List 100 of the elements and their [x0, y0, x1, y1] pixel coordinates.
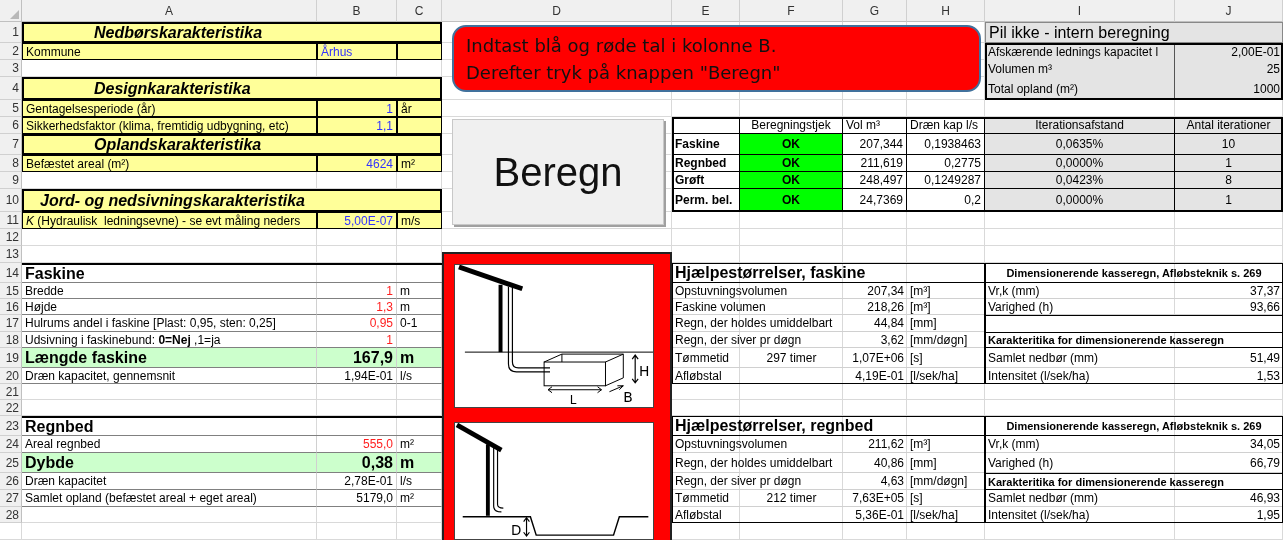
- value-cell: 1: [317, 283, 397, 299]
- value-cell: 1: [317, 100, 397, 117]
- column-header[interactable]: H: [907, 0, 985, 22]
- label-cell: Bredde: [22, 283, 317, 299]
- column-header[interactable]: J: [1175, 0, 1283, 22]
- row-header[interactable]: 7: [0, 134, 22, 155]
- column-header[interactable]: E: [672, 0, 740, 22]
- value-cell: 40,86: [843, 453, 907, 473]
- row-header[interactable]: 3: [0, 60, 22, 77]
- row-header[interactable]: 24: [0, 436, 22, 453]
- unit-cell: [mm/døgn]: [907, 473, 985, 490]
- value-cell: 211,619: [843, 155, 907, 172]
- row-header[interactable]: 10: [0, 189, 22, 212]
- row-header[interactable]: 20: [0, 368, 22, 384]
- column-header[interactable]: G: [843, 0, 907, 22]
- value-cell: 555,0: [317, 436, 397, 453]
- label-cell: Samlet nedbør (mm): [985, 490, 1175, 507]
- value-cell: 66,79: [1175, 453, 1283, 473]
- row-header[interactable]: 9: [0, 172, 22, 189]
- row-header[interactable]: 22: [0, 400, 22, 416]
- row-header[interactable]: 26: [0, 473, 22, 490]
- row-header[interactable]: 19: [0, 348, 22, 368]
- row-header[interactable]: 16: [0, 299, 22, 315]
- value-cell: 1,95: [1175, 507, 1283, 523]
- unit-cell: m²: [397, 436, 442, 453]
- label-cell: Regn, der siver pr døgn: [672, 332, 843, 348]
- value-cell: 1,53: [1175, 368, 1283, 384]
- row-header[interactable]: 2: [0, 43, 22, 60]
- unit-cell: [s]: [907, 490, 985, 507]
- column-header[interactable]: D: [442, 0, 672, 22]
- value-cell: 7,63E+05: [843, 490, 907, 507]
- value-cell: 0,2775: [907, 155, 985, 172]
- unit-cell: l/s: [397, 368, 442, 384]
- label-cell: Udsivning i faskinebund: 0=Nej ,1=ja: [22, 332, 317, 348]
- row-header[interactable]: 18: [0, 332, 22, 348]
- row-header[interactable]: 28: [0, 507, 22, 523]
- label-cell: Intensitet (l/sek/ha): [985, 507, 1175, 523]
- row-header[interactable]: 21: [0, 384, 22, 400]
- row-header[interactable]: 5: [0, 100, 22, 117]
- unit-cell: m²: [397, 490, 442, 507]
- value-cell: 218,26: [843, 299, 907, 315]
- value-cell: 2,78E-01: [317, 473, 397, 490]
- label-cell: Dræn kapacitet, gennemsnit: [22, 368, 317, 384]
- column-header[interactable]: F: [740, 0, 843, 22]
- label-cell: Længde faskine: [22, 348, 317, 368]
- row-header[interactable]: 14: [0, 263, 22, 283]
- unit-cell: [l/sek/ha]: [907, 368, 985, 384]
- unit-cell: [s]: [907, 348, 985, 368]
- column-header[interactable]: C: [397, 0, 442, 22]
- value-cell: 207,34: [843, 283, 907, 299]
- row-header[interactable]: 15: [0, 283, 22, 299]
- value-cell: 37,37: [1175, 283, 1283, 299]
- row-header[interactable]: 12: [0, 229, 22, 246]
- value-cell: 1,1: [317, 117, 397, 134]
- label-cell: Intensitet (l/sek/ha): [985, 368, 1175, 384]
- section-heading: Designkarakteristika: [22, 77, 442, 100]
- row-header[interactable]: 11: [0, 212, 22, 229]
- column-header[interactable]: B: [317, 0, 397, 22]
- value-cell: 1,07E+06: [843, 348, 907, 368]
- label-cell: Opstuvningsvolumen: [672, 436, 843, 453]
- label-cell: Samlet nedbør (mm): [985, 348, 1175, 368]
- row-header[interactable]: 8: [0, 155, 22, 172]
- label-cell: Faskine volumen: [672, 299, 843, 315]
- value-cell: 248,497: [843, 172, 907, 189]
- label-cell: Hulrums andel i faskine [Plast: 0,95, sten: 0,25]: [22, 315, 317, 332]
- unit-cell: [mm/døgn]: [907, 332, 985, 348]
- value-cell: 0,0423%: [985, 172, 1175, 189]
- section-heading: Karakteritika for dimensionerende kasseregn: [985, 473, 1283, 490]
- value-cell: 5,00E-07: [317, 212, 397, 229]
- column-header[interactable]: A: [22, 0, 317, 22]
- value-cell: Århus: [317, 43, 397, 60]
- label-cell: Regn, der holdes umiddelbart: [672, 315, 843, 332]
- section-title: Hjælpestørrelser, faskine: [672, 263, 985, 283]
- select-all-icon[interactable]: [10, 10, 19, 19]
- label-cell: Sikkerhedsfaktor (klima, fremtidig udbygning, etc): [22, 117, 317, 134]
- row-header[interactable]: 23: [0, 416, 22, 436]
- section-title: Hjælpestørrelser, regnbed: [672, 416, 985, 436]
- row-header[interactable]: 17: [0, 315, 22, 332]
- section-heading: Oplandskarakteristika: [22, 134, 442, 155]
- unit-cell: m: [397, 348, 442, 368]
- row-header[interactable]: 4: [0, 77, 22, 100]
- row-header[interactable]: 25: [0, 453, 22, 473]
- value-cell: 0,38: [317, 453, 397, 473]
- row-header[interactable]: 13: [0, 246, 22, 263]
- section-heading: Karakteritika for dimensionerende kasseregn: [985, 332, 1283, 348]
- calculate-button[interactable]: Beregn: [452, 119, 664, 225]
- label-cell: Dybde: [22, 453, 317, 473]
- unit-cell: l/s: [397, 473, 442, 490]
- section-heading: Dimensionerende kasseregn, Afløbsteknik s. 269: [985, 263, 1283, 283]
- row-header[interactable]: 6: [0, 117, 22, 134]
- label-cell: Total opland (m²): [985, 77, 1175, 100]
- column-header[interactable]: I: [985, 0, 1175, 22]
- row-heading: Grøft: [672, 172, 740, 189]
- row-header[interactable]: 1: [0, 22, 22, 43]
- value-cell: 0,0635%: [985, 134, 1175, 155]
- status-cell: OK: [740, 172, 843, 189]
- row-header[interactable]: 27: [0, 490, 22, 507]
- value-cell: 167,9: [317, 348, 397, 368]
- section-heading: Jord- og nedsivningskarakteristika: [22, 189, 442, 212]
- unit-cell: [mm]: [907, 453, 985, 473]
